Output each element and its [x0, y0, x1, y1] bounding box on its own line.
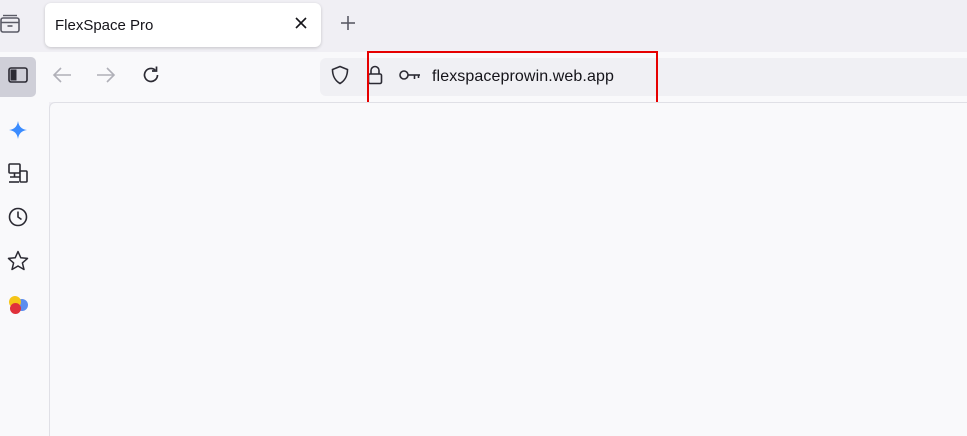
tab-title: FlexSpace Pro: [55, 17, 154, 34]
sidebar-toggle-button[interactable]: [0, 57, 36, 97]
arrow-left-icon: [52, 66, 72, 88]
tab-list-button[interactable]: [0, 12, 22, 40]
reload-button[interactable]: [137, 63, 165, 91]
sparkle-ai-icon: [9, 120, 27, 144]
tracking-protection-button[interactable]: [330, 65, 350, 90]
sidebar-item-extension[interactable]: [5, 294, 31, 320]
tab-close-button[interactable]: [291, 15, 311, 35]
history-icon: [8, 207, 28, 232]
sidebar-item-history[interactable]: [5, 206, 31, 232]
shield-icon: [331, 65, 349, 90]
tab-bar: FlexSpace Pro: [0, 0, 967, 52]
sidebar-icon: [8, 66, 28, 88]
sidebar: [0, 102, 49, 436]
plus-icon: [340, 15, 356, 36]
arrow-right-icon: [96, 66, 116, 88]
bookmark-star-icon: [7, 250, 29, 277]
sidebar-item-bookmarks[interactable]: [5, 250, 31, 276]
close-icon: [295, 16, 307, 34]
sidebar-item-synced-tabs[interactable]: [5, 162, 31, 188]
synced-devices-icon: [7, 162, 29, 189]
page-content: [49, 102, 967, 436]
extension-icon: [7, 294, 29, 321]
sidebar-item-ai-chatbot[interactable]: [5, 119, 31, 145]
reload-icon: [141, 65, 161, 90]
new-tab-button[interactable]: [335, 12, 361, 38]
forward-button[interactable]: [92, 63, 120, 91]
tab-list-icon: [0, 14, 20, 39]
back-button[interactable]: [48, 63, 76, 91]
tab-flexspace-pro[interactable]: FlexSpace Pro: [45, 3, 321, 47]
